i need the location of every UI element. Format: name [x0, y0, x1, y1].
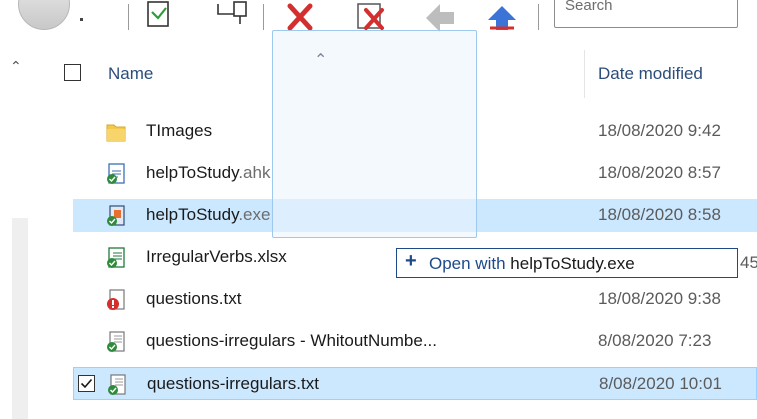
file-date: 18/08/2020 9:38 [598, 289, 721, 308]
file-row[interactable]: questions-irregulars - WhitoutNumbe... 8… [73, 325, 757, 358]
file-name: helpToStudy.ahk [146, 163, 271, 182]
toolbar-separator [538, 4, 539, 30]
scroll-up-icon[interactable]: ⌃ [10, 58, 22, 75]
file-name: IrregularVerbs.xlsx [146, 247, 287, 266]
sort-caret-icon: ⌃ [314, 52, 328, 69]
drag-drop-tooltip: + Open with helpToStudy.exe [396, 248, 738, 278]
copy-icon[interactable] [212, 0, 252, 36]
file-name: questions-irregulars - WhitoutNumbe... [146, 331, 438, 350]
view-icon[interactable] [18, 0, 70, 30]
search-input[interactable]: Search [554, 0, 738, 28]
new-file-icon[interactable] [140, 0, 180, 36]
toolbar-separator [263, 4, 264, 30]
txt-file-icon [108, 374, 126, 395]
file-date: 18/08/2020 8:57 [598, 163, 721, 182]
file-name: TImages [146, 121, 213, 140]
file-date: 45 [740, 253, 757, 272]
file-date: 18/08/2020 8:58 [598, 205, 721, 224]
exe-app-icon [107, 205, 125, 226]
separator-dot [80, 18, 83, 21]
column-header-date-modified[interactable]: Date modified [598, 64, 703, 84]
column-divider[interactable] [584, 50, 585, 98]
folder-icon [106, 124, 126, 142]
file-row[interactable]: questions.txt 18/08/2020 9:38 [73, 283, 757, 316]
column-header-name[interactable]: Name [108, 64, 153, 84]
file-name: questions.txt [146, 289, 242, 308]
file-date: 8/08/2020 10:01 [599, 374, 722, 393]
file-date: 18/08/2020 9:42 [598, 121, 721, 140]
search-placeholder: Search [565, 0, 613, 14]
select-all-checkbox[interactable] [64, 64, 81, 81]
tooltip-text: Open with helpToStudy.exe [429, 254, 635, 273]
plus-icon: + [405, 250, 417, 272]
file-name: questions-irregulars.txt [147, 374, 319, 393]
scrollbar[interactable] [12, 218, 28, 419]
drag-preview [272, 30, 477, 238]
forward-icon[interactable] [482, 0, 522, 36]
toolbar-separator [128, 4, 129, 30]
checkmark-icon [80, 378, 93, 389]
xlsx-file-icon [107, 247, 125, 268]
file-row-checked[interactable]: questions-irregulars.txt 8/08/2020 10:01 [73, 367, 757, 400]
ahk-script-icon [107, 163, 125, 184]
file-name: helpToStudy.exe [146, 205, 271, 224]
txt-file-icon [107, 331, 125, 352]
file-date: 8/08/2020 7:23 [598, 331, 712, 350]
row-checkbox[interactable] [78, 375, 95, 392]
txt-error-icon [107, 289, 125, 310]
